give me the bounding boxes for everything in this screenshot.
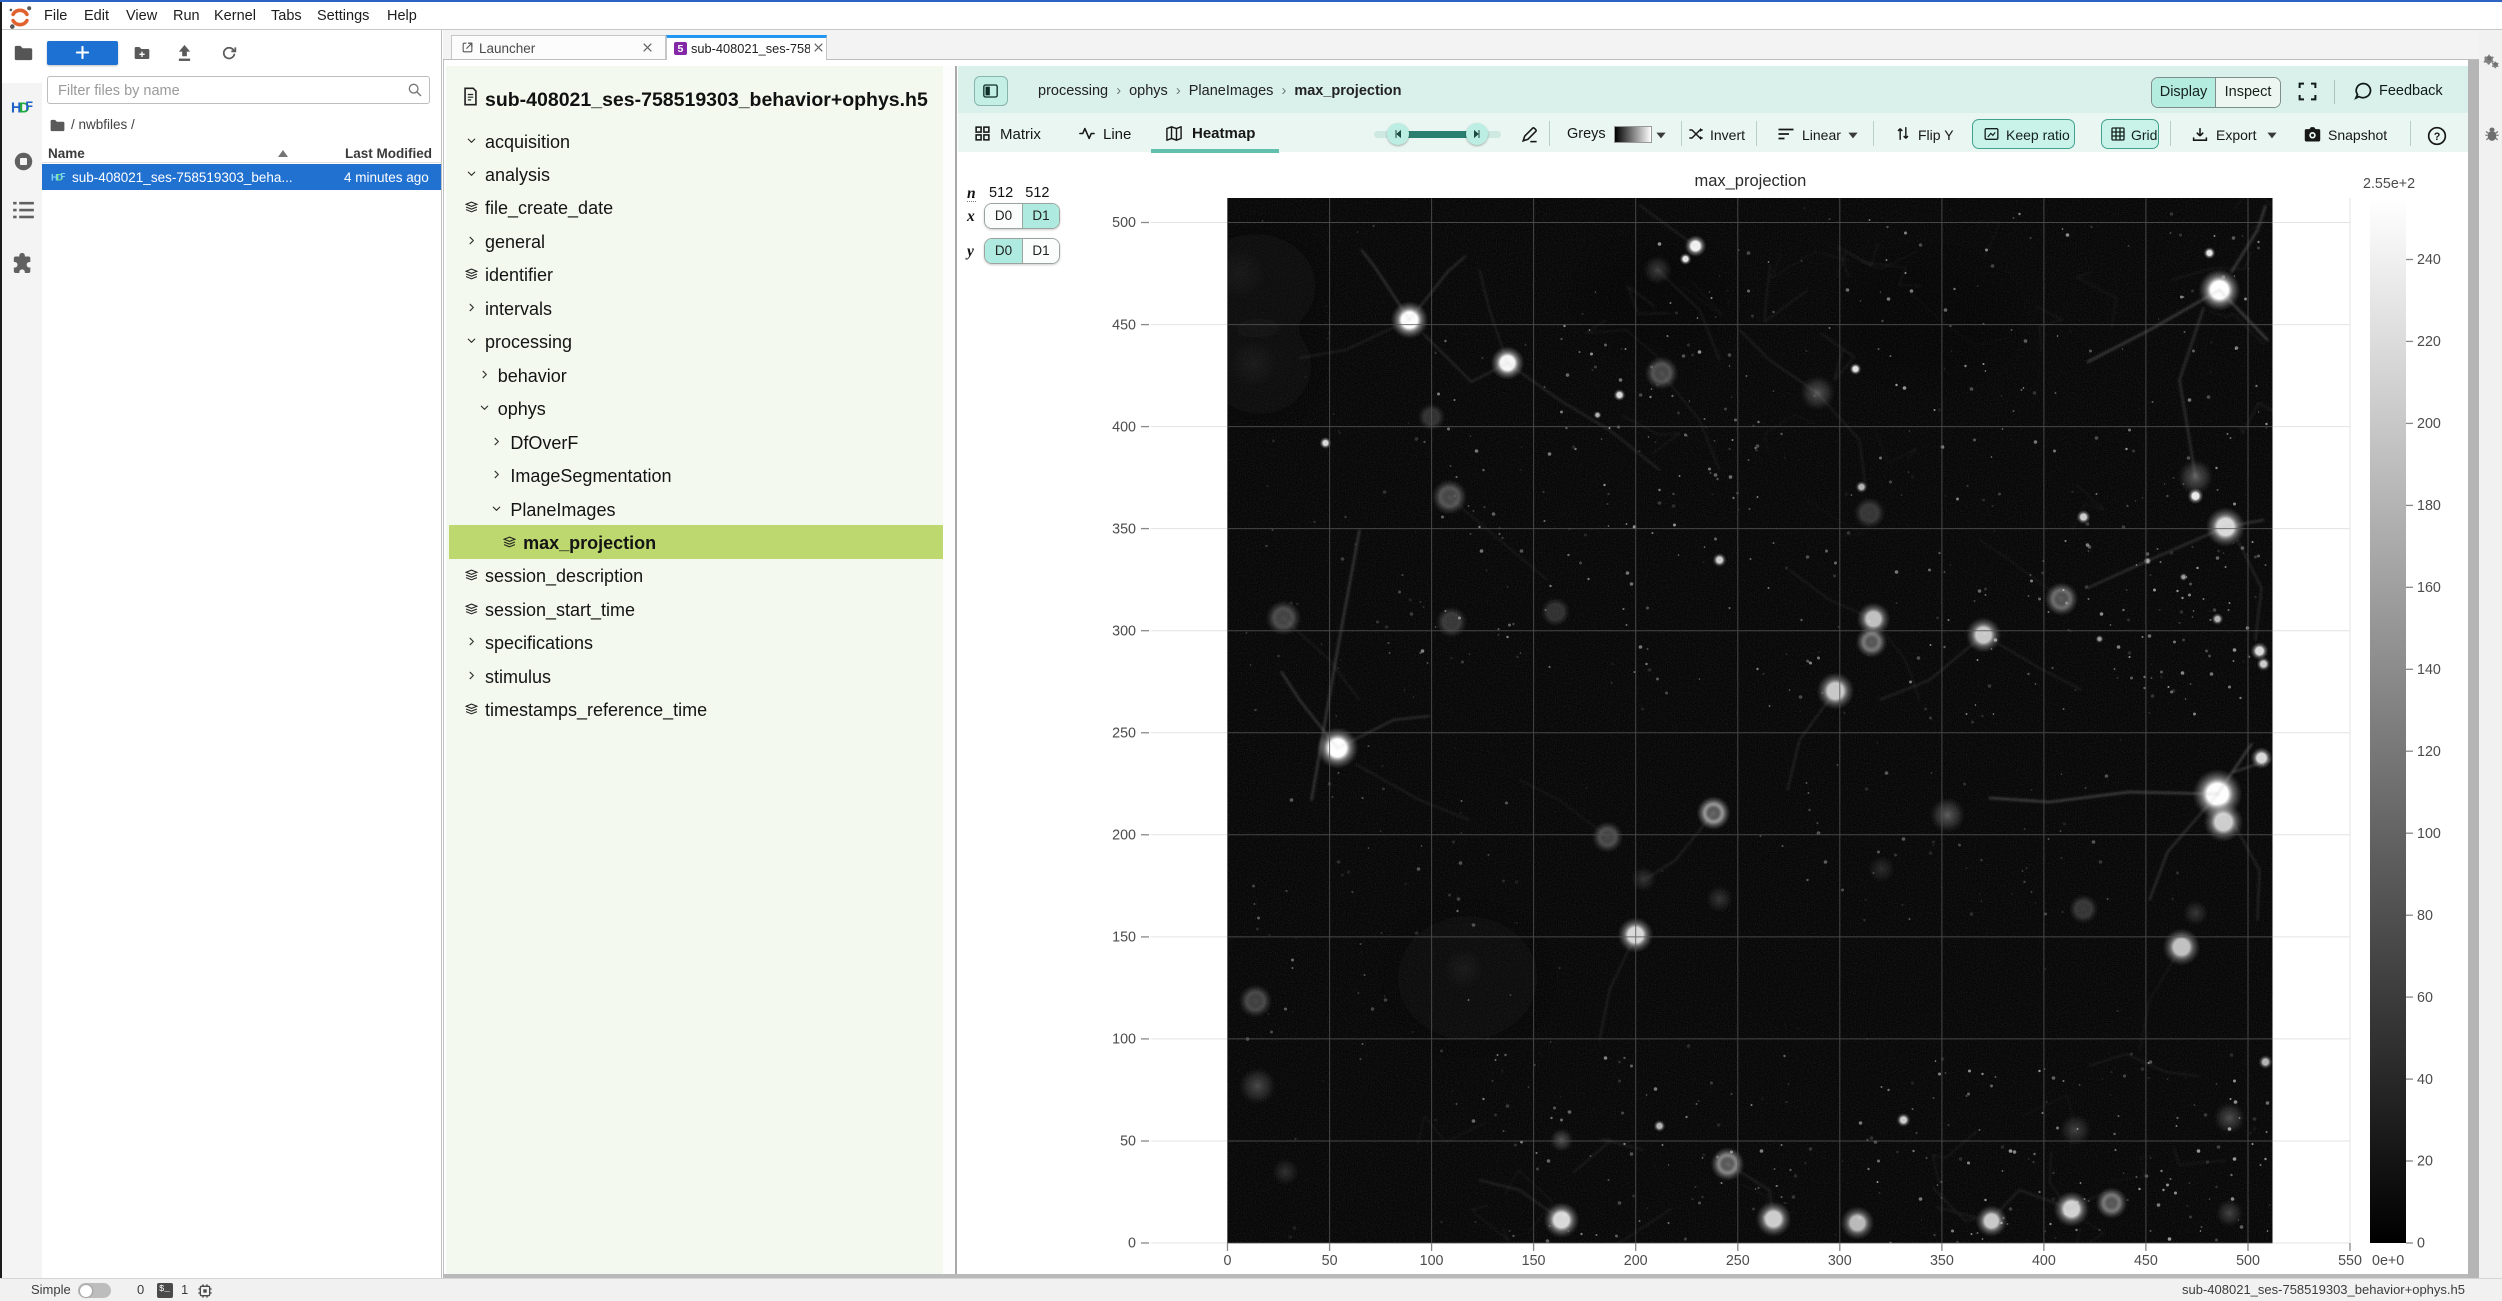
svg-text:550: 550 bbox=[2338, 1253, 2362, 1269]
svg-text:50: 50 bbox=[1322, 1253, 1338, 1269]
svg-text:400: 400 bbox=[1112, 419, 1136, 435]
svg-text:150: 150 bbox=[1112, 930, 1136, 946]
svg-text:80: 80 bbox=[2417, 908, 2433, 924]
svg-text:100: 100 bbox=[2417, 826, 2441, 842]
svg-text:40: 40 bbox=[2417, 1072, 2433, 1088]
svg-text:160: 160 bbox=[2417, 580, 2441, 596]
svg-text:300: 300 bbox=[1828, 1253, 1852, 1269]
svg-text:250: 250 bbox=[1112, 726, 1136, 742]
svg-text:350: 350 bbox=[1930, 1253, 1954, 1269]
svg-text:max_projection: max_projection bbox=[1694, 172, 1806, 190]
svg-text:0: 0 bbox=[2417, 1236, 2425, 1252]
svg-text:140: 140 bbox=[2417, 662, 2441, 678]
svg-text:F: F bbox=[60, 172, 65, 181]
svg-text:220: 220 bbox=[2417, 334, 2441, 350]
svg-text:450: 450 bbox=[1112, 317, 1136, 333]
svg-text:120: 120 bbox=[2417, 744, 2441, 760]
svg-text:?: ? bbox=[2434, 131, 2441, 143]
svg-text:400: 400 bbox=[2032, 1253, 2056, 1269]
svg-text:F: F bbox=[25, 99, 33, 113]
svg-text:180: 180 bbox=[2417, 498, 2441, 514]
svg-text:300: 300 bbox=[1112, 623, 1136, 639]
svg-text:250: 250 bbox=[1726, 1253, 1750, 1269]
svg-text:200: 200 bbox=[1624, 1253, 1648, 1269]
svg-text:60: 60 bbox=[2417, 990, 2433, 1006]
svg-text:500: 500 bbox=[1112, 215, 1136, 231]
svg-text:450: 450 bbox=[2134, 1253, 2158, 1269]
svg-text:150: 150 bbox=[1522, 1253, 1546, 1269]
svg-text:20: 20 bbox=[2417, 1154, 2433, 1170]
svg-text:0: 0 bbox=[1224, 1253, 1232, 1269]
svg-text:0e+0: 0e+0 bbox=[2372, 1253, 2404, 1269]
svg-text:100: 100 bbox=[1112, 1032, 1136, 1048]
svg-text:0: 0 bbox=[1128, 1236, 1136, 1252]
svg-text:2.55e+2: 2.55e+2 bbox=[2363, 176, 2415, 192]
svg-text:100: 100 bbox=[1420, 1253, 1444, 1269]
svg-text:200: 200 bbox=[1112, 828, 1136, 844]
svg-text:350: 350 bbox=[1112, 521, 1136, 537]
svg-text:240: 240 bbox=[2417, 252, 2441, 268]
svg-text:200: 200 bbox=[2417, 416, 2441, 432]
svg-text:50: 50 bbox=[1120, 1134, 1136, 1150]
svg-text:500: 500 bbox=[2236, 1253, 2260, 1269]
